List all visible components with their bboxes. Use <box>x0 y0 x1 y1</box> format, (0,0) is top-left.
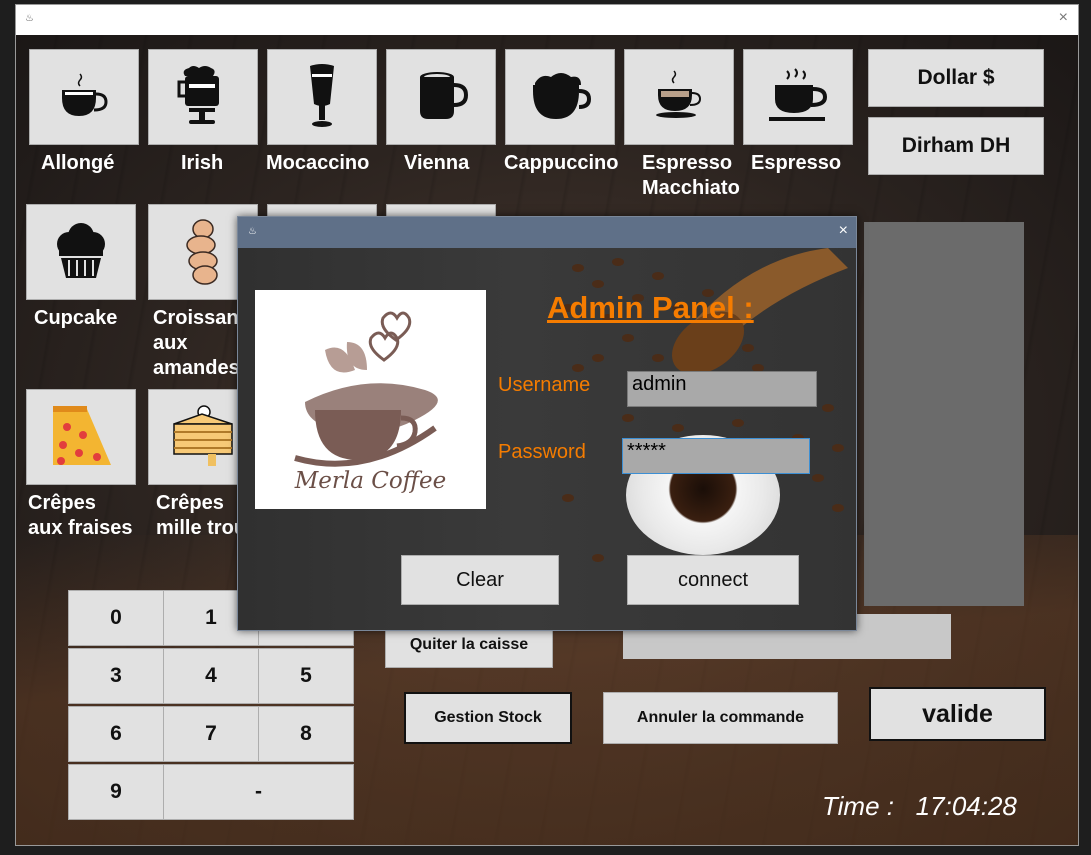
time-label: Time : <box>822 791 894 821</box>
croissant-icon <box>186 219 218 285</box>
product-label-mocaccino: Mocaccino <box>266 152 370 174</box>
key-8[interactable]: 8 <box>258 706 354 762</box>
product-espresso-button[interactable] <box>743 49 853 145</box>
product-mocaccino-button[interactable] <box>267 49 377 145</box>
cancel-order-button[interactable]: Annuler la commande <box>603 692 838 744</box>
product-label-croissant-3: amandes <box>153 357 240 379</box>
connect-button[interactable]: connect <box>627 555 799 605</box>
product-label-vienna: Vienna <box>404 152 470 174</box>
product-label-crepes-fraises-2: aux fraises <box>28 517 133 539</box>
product-cappuccino-button[interactable] <box>505 49 615 145</box>
time-value: 17:04:28 <box>915 791 1017 821</box>
dollar-button[interactable]: Dollar $ <box>868 49 1044 107</box>
product-label-cappuccino: Cappuccino <box>504 152 619 174</box>
key-3[interactable]: 3 <box>68 648 164 704</box>
product-label-macchiato-2: Macchiato <box>642 177 740 199</box>
key-0[interactable]: 0 <box>68 590 164 646</box>
cupcake-icon <box>57 223 105 278</box>
dialog-title-bar: ♨ × <box>238 217 856 248</box>
product-crepes-fraises-button[interactable] <box>26 389 136 485</box>
logo-text: Merla Coffee <box>294 468 447 494</box>
crepe-icon <box>53 406 111 465</box>
key-6[interactable]: 6 <box>68 706 164 762</box>
cake-icon <box>173 405 233 466</box>
window-close-button[interactable]: × <box>1059 9 1068 27</box>
tall-glass-icon <box>310 64 334 127</box>
merla-coffee-logo: Merla Coffee <box>255 290 486 509</box>
macchiato-icon <box>656 70 702 118</box>
username-input[interactable]: admin <box>627 371 817 407</box>
clear-button[interactable]: Clear <box>401 555 559 605</box>
product-irish-button[interactable] <box>148 49 258 145</box>
key-5[interactable]: 5 <box>258 648 354 704</box>
product-espresso-macchiato-button[interactable] <box>624 49 734 145</box>
product-label-croissant-2: aux <box>153 332 188 354</box>
admin-panel-title: Admin Panel : <box>547 290 754 325</box>
product-label-crepes-mille-1: Crêpes <box>156 492 224 514</box>
key-4[interactable]: 4 <box>163 648 259 704</box>
stock-management-button[interactable]: Gestion Stock <box>404 692 572 744</box>
product-label-allonge: Allongé <box>41 152 115 174</box>
validate-button[interactable]: valide <box>869 687 1046 741</box>
cappuccino-icon <box>533 73 592 119</box>
key-7[interactable]: 7 <box>163 706 259 762</box>
password-input[interactable]: ***** <box>622 438 810 474</box>
username-label: Username <box>498 374 591 396</box>
mug-icon <box>420 72 469 119</box>
product-label-crepes-fraises-1: Crêpes <box>28 492 96 514</box>
product-label-espresso: Espresso <box>751 152 842 174</box>
product-allonge-button[interactable] <box>29 49 139 145</box>
cup-icon <box>62 73 108 116</box>
dialog-body: Merla Coffee Admin Panel : Username admi… <box>238 248 856 630</box>
product-cupcake-button[interactable] <box>26 204 136 300</box>
dialog-close-button[interactable]: × <box>839 222 848 240</box>
hot-cup-icon <box>769 68 828 121</box>
ide-background-left <box>0 0 16 855</box>
product-label-croissant-1: Croissant <box>153 307 246 329</box>
ide-background-right <box>1079 0 1091 855</box>
clock-display: Time : 17:04:28 <box>822 791 1017 822</box>
product-label-cupcake: Cupcake <box>34 307 118 329</box>
title-bar: ♨ × <box>16 5 1078 35</box>
product-vienna-button[interactable] <box>386 49 496 145</box>
dirham-button[interactable]: Dirham DH <box>868 117 1044 175</box>
order-list-panel <box>864 222 1024 606</box>
app-icon: ♨ <box>25 13 34 24</box>
irish-coffee-icon <box>177 66 219 124</box>
key-minus[interactable]: - <box>163 764 354 820</box>
dialog-app-icon: ♨ <box>248 226 257 237</box>
product-label-macchiato-1: Espresso <box>642 152 733 174</box>
admin-login-dialog: ♨ × Merla Coffee Admin Panel: Username … <box>237 216 857 631</box>
product-label-irish: Irish <box>181 152 224 174</box>
password-label: Password <box>498 441 586 463</box>
key-9[interactable]: 9 <box>68 764 164 820</box>
